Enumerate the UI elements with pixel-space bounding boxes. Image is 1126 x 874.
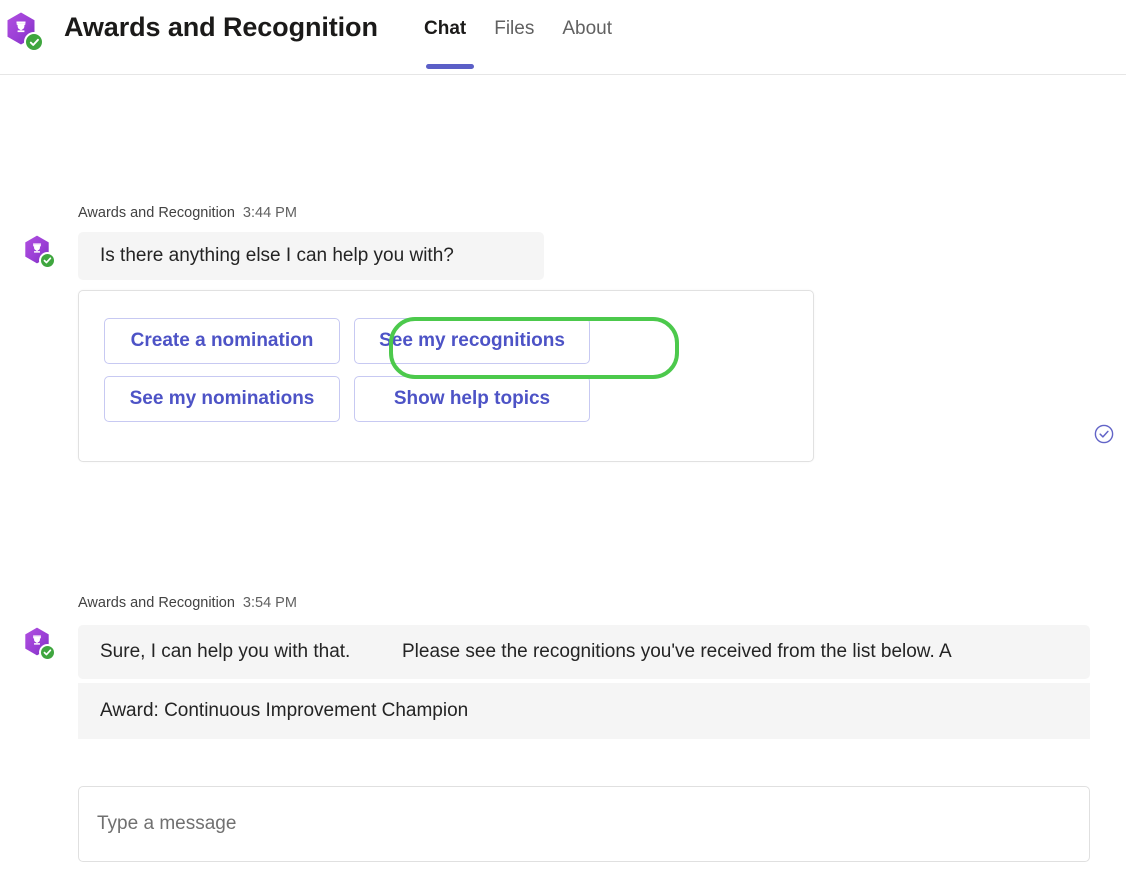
suggested-actions-card: Create a nomination See my recognitions … — [78, 290, 814, 462]
suggested-actions-list: Create a nomination See my recognitions … — [104, 318, 784, 422]
message-bubble-primary: Sure, I can help you with that. — [78, 625, 403, 679]
award-text: Award: Continuous Improvement Champion — [100, 700, 469, 722]
available-check-icon — [39, 252, 56, 269]
tab-files[interactable]: Files — [494, 16, 548, 42]
message-timestamp: 3:54 PM — [242, 595, 297, 611]
message-sender: Awards and Recognition — [78, 595, 235, 611]
message-header-1: Awards and Recognition 3:44 PM — [78, 205, 297, 221]
check-circle-icon — [1094, 424, 1114, 444]
chat-message-list: Awards and Recognition 3:44 PM Is there … — [0, 75, 1126, 775]
message-text: Is there anything else I can help you wi… — [100, 245, 454, 267]
message-text: Sure, I can help you with that. — [100, 641, 351, 663]
available-check-icon — [24, 32, 44, 52]
tab-bar: Chat Files About — [424, 16, 612, 42]
tab-about[interactable]: About — [562, 16, 612, 42]
app-header: Awards and Recognition Chat Files About — [0, 0, 1126, 75]
message-bubble: Is there anything else I can help you wi… — [78, 232, 544, 280]
action-create-a-nomination[interactable]: Create a nomination — [104, 318, 340, 364]
avatar — [24, 235, 58, 271]
message-bubble-award: Award: Continuous Improvement Champion — [78, 683, 1090, 739]
tab-chat[interactable]: Chat — [424, 16, 480, 42]
message-header-2: Awards and Recognition 3:54 PM — [78, 595, 297, 611]
available-check-icon — [39, 644, 56, 661]
message-compose-box[interactable]: Type a message — [78, 786, 1090, 862]
active-tab-indicator — [426, 64, 474, 69]
page-title: Awards and Recognition — [64, 12, 378, 42]
message-timestamp: 3:44 PM — [242, 205, 297, 221]
action-show-help-topics[interactable]: Show help topics — [354, 376, 590, 422]
message-sender: Awards and Recognition — [78, 205, 235, 221]
action-see-my-recognitions[interactable]: See my recognitions — [354, 318, 590, 364]
compose-placeholder: Type a message — [97, 813, 237, 834]
avatar — [24, 627, 58, 663]
action-see-my-nominations[interactable]: See my nominations — [104, 376, 340, 422]
message-text-overflow: Please see the recognitions you've recei… — [402, 641, 952, 663]
app-icon — [6, 12, 46, 54]
